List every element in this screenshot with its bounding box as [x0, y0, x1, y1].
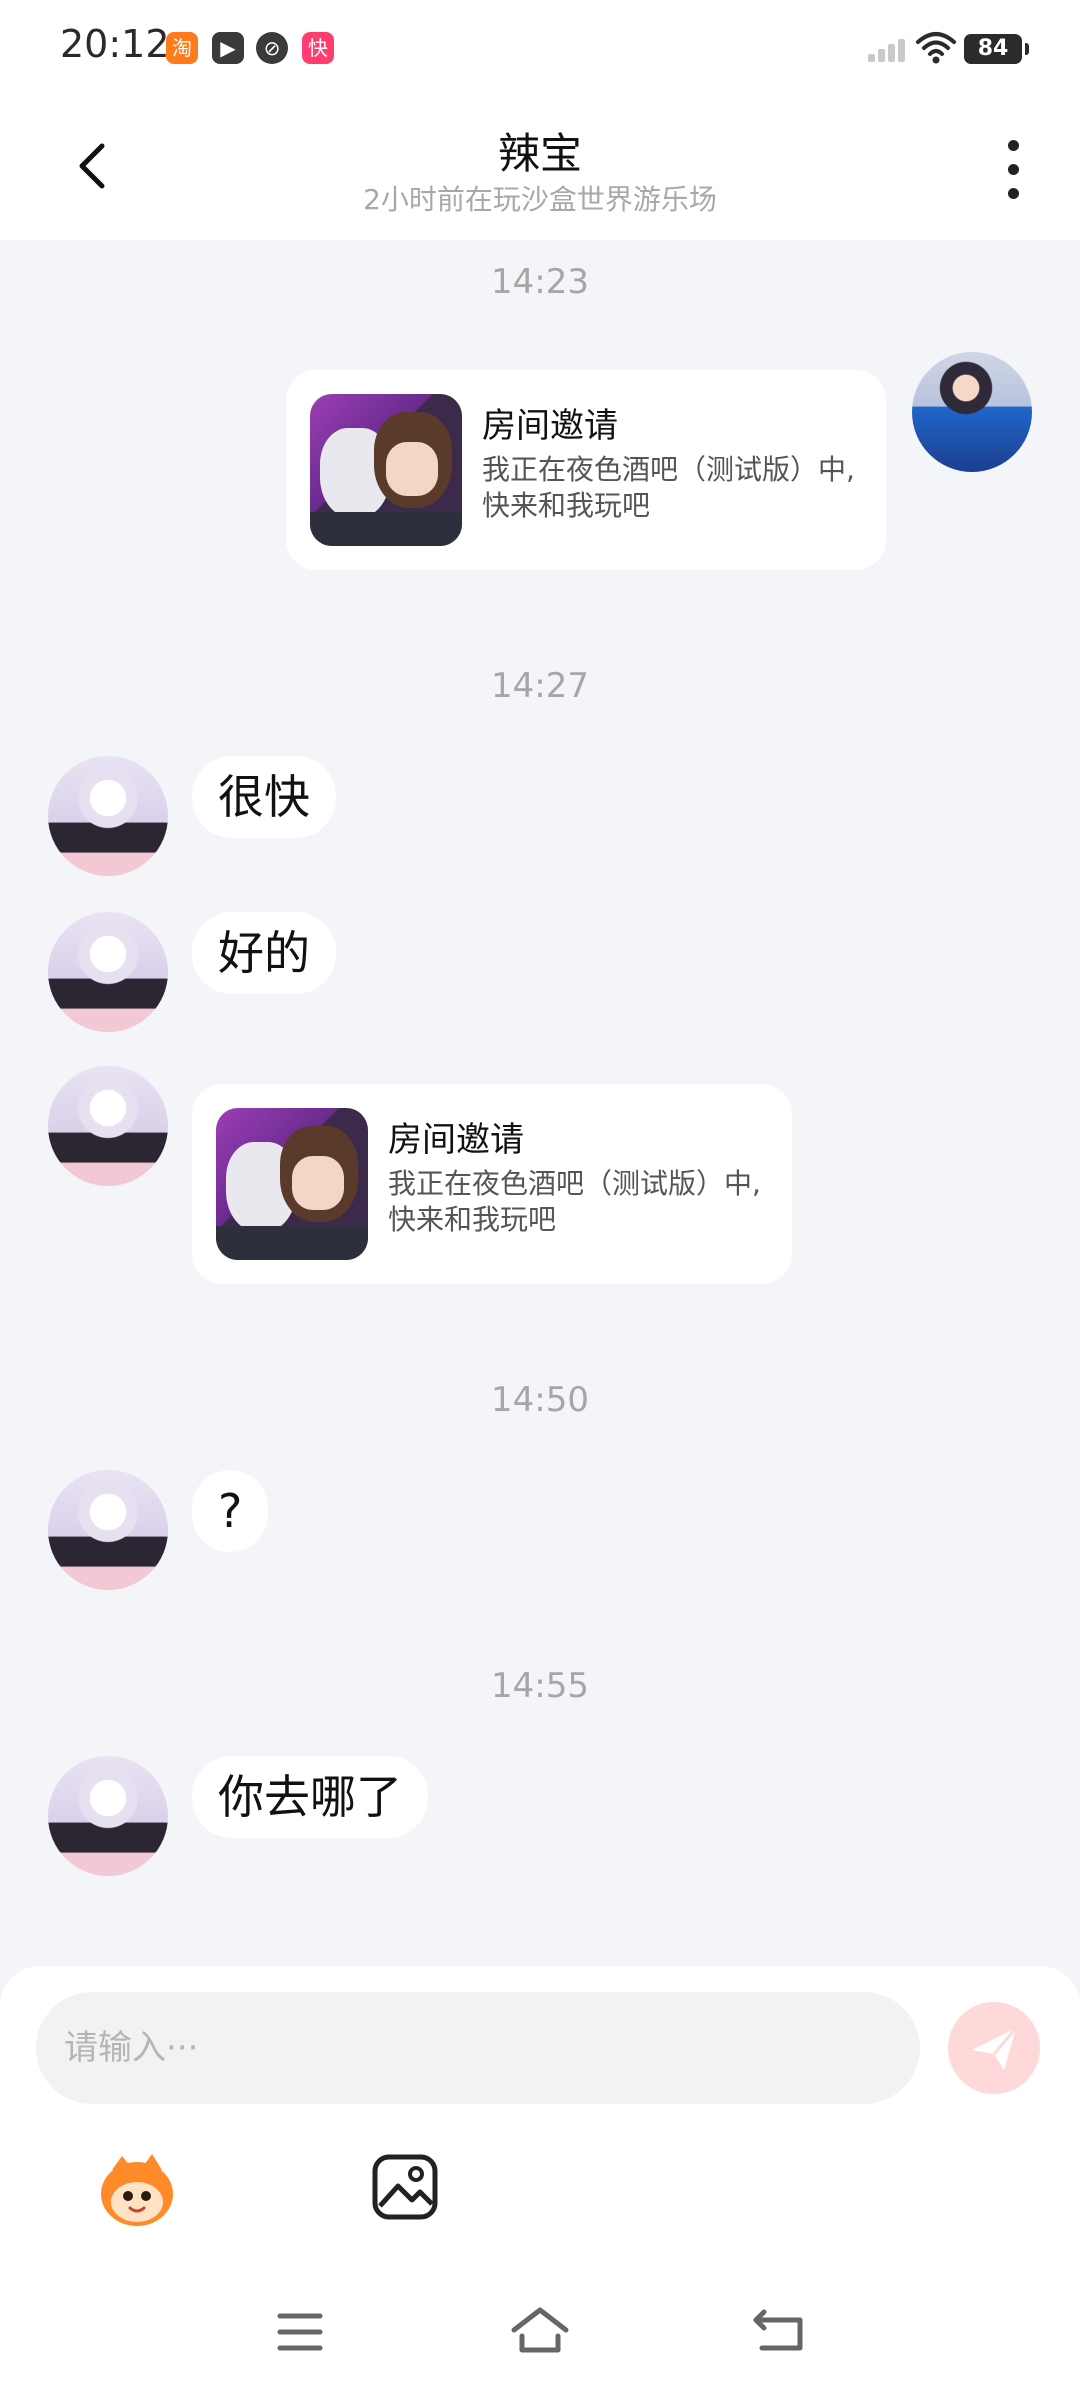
- room-invite-card[interactable]: 房间邀请 我正在夜色酒吧（测试版）中, 快来和我玩吧: [192, 1084, 792, 1284]
- image-icon[interactable]: [370, 2152, 440, 2222]
- contact-avatar[interactable]: [48, 1066, 168, 1186]
- contact-status: 2小时前在玩沙盒世界游乐场: [363, 183, 717, 216]
- status-time: 20:12: [60, 22, 170, 66]
- timestamp: 14:50: [491, 1380, 589, 1420]
- timestamp: 14:23: [491, 262, 589, 302]
- invite-description: 我正在夜色酒吧（测试版）中, 快来和我玩吧: [388, 1167, 761, 1236]
- invite-title: 房间邀请: [388, 1120, 524, 1160]
- more-options-button[interactable]: [996, 140, 1032, 200]
- contact-avatar[interactable]: [48, 1470, 168, 1590]
- send-button[interactable]: [948, 2002, 1040, 2094]
- message-bubble[interactable]: 你去哪了: [192, 1756, 428, 1838]
- room-thumbnail: [310, 394, 462, 546]
- contact-name: 辣宝: [497, 129, 582, 178]
- home-icon[interactable]: [508, 2304, 572, 2356]
- invite-title: 房间邀请: [482, 406, 618, 446]
- contact-avatar[interactable]: [48, 756, 168, 876]
- kuaishou-app-icon: 快: [302, 32, 334, 64]
- wifi-icon: [916, 32, 956, 64]
- chat-header: 辣宝 2小时前在玩沙盒世界游乐场: [0, 96, 1080, 240]
- system-nav-bar: [0, 2290, 1080, 2404]
- menu-icon[interactable]: [276, 2310, 324, 2354]
- back-nav-icon[interactable]: [752, 2306, 806, 2354]
- emoji-mascot-icon[interactable]: [92, 2150, 182, 2230]
- invite-description: 我正在夜色酒吧（测试版）中, 快来和我玩吧: [482, 453, 855, 522]
- battery-icon: 84: [964, 34, 1029, 64]
- message-bubble[interactable]: 好的: [192, 912, 336, 994]
- timestamp: 14:55: [491, 1666, 589, 1706]
- video-app-icon: ▶: [212, 32, 244, 64]
- timestamp: 14:27: [491, 666, 589, 706]
- my-avatar[interactable]: [912, 352, 1032, 472]
- link-app-icon: ⊘: [256, 32, 288, 64]
- room-thumbnail: [216, 1108, 368, 1260]
- contact-avatar[interactable]: [48, 1756, 168, 1876]
- status-bar: 20:12 淘 ▶ ⊘ 快 84: [0, 0, 1080, 96]
- contact-avatar[interactable]: [48, 912, 168, 1032]
- message-list[interactable]: 14:23 房间邀请 我正在夜色酒吧（测试版）中, 快来和我玩吧 14:27 很…: [0, 240, 1080, 1970]
- taobao-app-icon: 淘: [166, 32, 198, 64]
- message-bubble[interactable]: ?: [192, 1470, 269, 1552]
- room-invite-card[interactable]: 房间邀请 我正在夜色酒吧（测试版）中, 快来和我玩吧: [286, 370, 886, 570]
- message-input[interactable]: [36, 1992, 920, 2104]
- message-bubble[interactable]: 很快: [192, 756, 336, 838]
- signal-icon: [868, 36, 908, 62]
